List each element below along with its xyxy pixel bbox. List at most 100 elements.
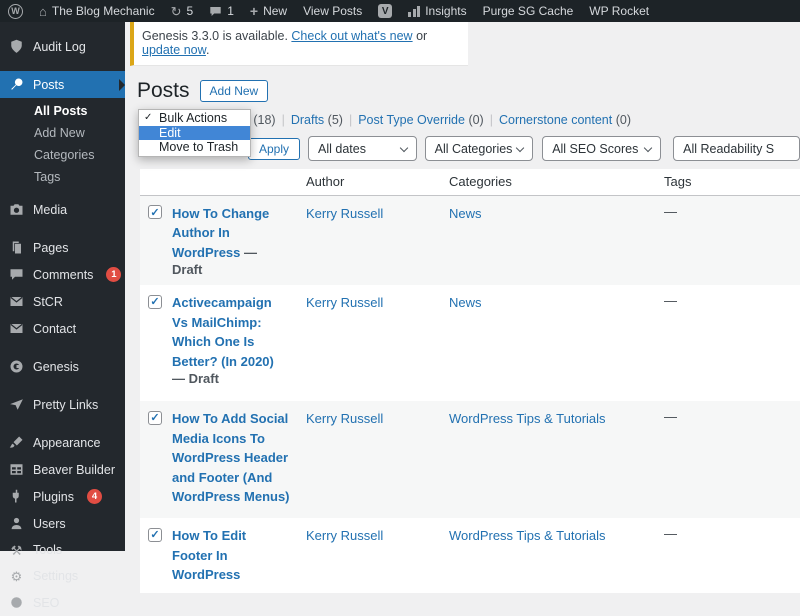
sidebar-item-seo[interactable]: SEO <box>0 589 125 616</box>
category-link[interactable]: WordPress Tips & Tutorials <box>449 528 606 543</box>
notice-whats-new-link[interactable]: Check out what's new <box>291 29 412 43</box>
chevron-down-icon <box>516 144 524 152</box>
tags-value: — <box>664 204 677 219</box>
row-checkbox[interactable]: ✓ <box>148 528 162 542</box>
author-header[interactable]: Author <box>298 169 441 195</box>
add-new-button[interactable]: Add New <box>200 80 269 102</box>
seo-scores-select[interactable]: All SEO Scores <box>542 136 661 161</box>
sidebar-item-posts[interactable]: Posts <box>0 71 125 98</box>
submenu-categories[interactable]: Categories <box>0 144 125 166</box>
updates-menu[interactable]: ↻ 5 <box>163 0 202 22</box>
sidebar-item-genesis[interactable]: Genesis <box>0 353 125 380</box>
submenu-all-posts[interactable]: All Posts <box>0 100 125 122</box>
genesis-icon <box>9 359 24 374</box>
filter-post-type-override[interactable]: Post Type Override (0) <box>358 113 499 127</box>
notice-period: . <box>206 43 209 57</box>
sidebar-item-label: Plugins <box>33 490 74 504</box>
dropdown-option-label: Edit <box>159 126 181 140</box>
row-checkbox[interactable]: ✓ <box>148 295 162 309</box>
dates-select[interactable]: All dates <box>308 136 417 161</box>
sidebar-item-settings[interactable]: ⚙ Settings <box>0 563 125 589</box>
purge-sg-cache-menu[interactable]: Purge SG Cache <box>475 0 582 22</box>
category-link[interactable]: WordPress Tips & Tutorials <box>449 411 606 426</box>
post-title-link[interactable]: Activecampaign Vs MailChimp: Which One I… <box>172 295 274 369</box>
sidebar-item-stcr[interactable]: StCR <box>0 288 125 315</box>
tags-value: — <box>664 409 677 424</box>
author-link[interactable]: Kerry Russell <box>306 411 383 426</box>
pushpin-icon <box>9 77 24 92</box>
tags-value: — <box>664 526 677 541</box>
posts-submenu: All Posts Add New Categories Tags <box>0 98 125 196</box>
categories-header[interactable]: Categories <box>441 169 656 195</box>
sidebar-item-comments[interactable]: Comments 1 <box>0 261 125 288</box>
table-row: ✓ How To Change Author In WordPress — Dr… <box>140 195 800 285</box>
category-link[interactable]: News <box>449 295 482 310</box>
sidebar-item-pretty-links[interactable]: Pretty Links <box>0 391 125 418</box>
brush-icon <box>9 435 24 450</box>
post-state: — Draft <box>172 371 219 386</box>
wordpress-logo-menu[interactable]: W <box>0 0 31 22</box>
title-header[interactable] <box>164 169 298 195</box>
view-posts-menu[interactable]: View Posts <box>295 0 370 22</box>
comments-menu[interactable]: 1 <box>201 0 242 22</box>
checkmark-icon: ✓ <box>144 111 152 126</box>
notice-update-now-link[interactable]: update now <box>142 43 206 57</box>
submenu-add-new[interactable]: Add New <box>0 122 125 144</box>
chevron-down-icon <box>644 144 652 152</box>
categories-select[interactable]: All Categories <box>425 136 534 161</box>
sidebar-item-label: StCR <box>33 295 63 309</box>
new-menu[interactable]: + New <box>242 0 295 22</box>
row-checkbox[interactable]: ✓ <box>148 205 162 219</box>
sidebar-item-tools[interactable]: ⚒ Tools <box>0 537 125 563</box>
post-title-link[interactable]: How To Add Social Media Icons To WordPre… <box>172 411 290 504</box>
user-icon <box>9 516 24 531</box>
submenu-tags[interactable]: Tags <box>0 166 125 188</box>
dates-select-value: All dates <box>318 142 366 156</box>
wordpress-logo-icon: W <box>8 4 23 19</box>
post-title-link[interactable]: How To Edit Footer In WordPress <box>172 528 246 582</box>
notice-text: Genesis 3.3.0 is available. <box>142 29 291 43</box>
author-link[interactable]: Kerry Russell <box>306 295 383 310</box>
sidebar-item-label: Media <box>33 203 67 217</box>
readability-select-value: All Readability S <box>683 142 774 156</box>
sidebar-item-users[interactable]: Users <box>0 510 125 537</box>
tags-header[interactable]: Tags <box>656 169 800 195</box>
dropdown-option-label: Move to Trash <box>159 140 238 154</box>
home-icon: ⌂ <box>39 5 47 18</box>
category-link[interactable]: News <box>449 206 482 221</box>
notice-or: or <box>413 29 428 43</box>
updates-count: 5 <box>187 4 194 18</box>
apply-button[interactable]: Apply <box>248 138 300 160</box>
comments-badge: 1 <box>106 267 121 282</box>
filter-drafts[interactable]: Drafts (5) <box>291 113 358 127</box>
select-all-header[interactable] <box>140 169 164 195</box>
site-name-menu[interactable]: ⌂ The Blog Mechanic <box>31 0 163 22</box>
updates-icon: ↻ <box>171 5 182 18</box>
chevron-down-icon <box>399 144 407 152</box>
pages-icon <box>9 240 24 255</box>
sidebar-item-media[interactable]: Media <box>0 196 125 223</box>
purge-sg-cache-label: Purge SG Cache <box>483 4 574 18</box>
filter-cornerstone[interactable]: Cornerstone content (0) <box>499 113 631 127</box>
dropdown-option-edit[interactable]: Edit <box>139 126 250 141</box>
video-plugin-menu[interactable]: V <box>370 0 400 22</box>
comments-count: 1 <box>227 4 234 18</box>
author-link[interactable]: Kerry Russell <box>306 206 383 221</box>
insights-menu[interactable]: Insights <box>400 0 474 22</box>
plus-icon: + <box>250 3 258 19</box>
sidebar-item-audit-log[interactable]: Audit Log <box>0 33 125 60</box>
sidebar-item-beaver-builder[interactable]: Beaver Builder <box>0 456 125 483</box>
camera-icon <box>9 202 24 217</box>
row-checkbox[interactable]: ✓ <box>148 411 162 425</box>
readability-select[interactable]: All Readability S <box>673 136 800 161</box>
sidebar-item-contact[interactable]: Contact <box>0 315 125 342</box>
sidebar-item-plugins[interactable]: Plugins 4 <box>0 483 125 510</box>
sidebar-item-label: Pretty Links <box>33 398 98 412</box>
dropdown-option-bulk-actions[interactable]: ✓ Bulk Actions <box>139 111 250 126</box>
wp-rocket-menu[interactable]: WP Rocket <box>581 0 657 22</box>
sidebar-item-label: Users <box>33 517 66 531</box>
dropdown-option-move-to-trash[interactable]: Move to Trash <box>139 140 250 155</box>
sidebar-item-pages[interactable]: Pages <box>0 234 125 261</box>
sidebar-item-appearance[interactable]: Appearance <box>0 429 125 456</box>
author-link[interactable]: Kerry Russell <box>306 528 383 543</box>
